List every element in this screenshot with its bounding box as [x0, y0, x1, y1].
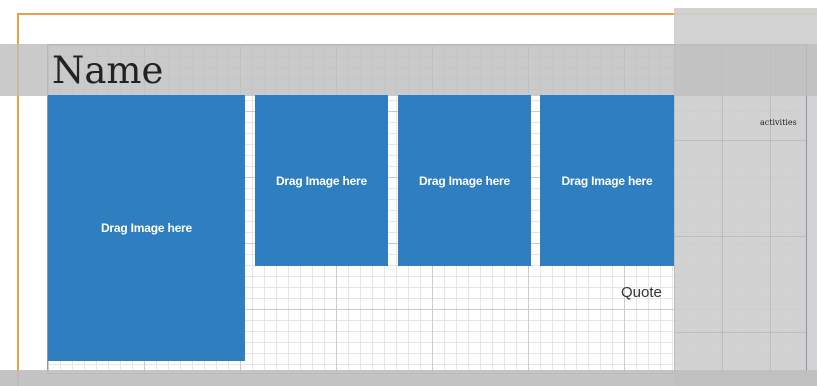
- placeholder-label: Drag Image here: [275, 173, 368, 188]
- placeholder-label: Drag Image here: [100, 221, 193, 235]
- image-placeholder-3[interactable]: Drag Image here: [540, 95, 674, 266]
- bottom-band-overlay: [0, 370, 817, 386]
- image-placeholder-large[interactable]: Drag Image here: [48, 95, 245, 361]
- image-placeholder-2[interactable]: Drag Image here: [398, 95, 531, 266]
- activities-label: activities: [760, 118, 797, 127]
- placeholder-label: Drag Image here: [561, 173, 653, 188]
- name-title[interactable]: Name: [52, 50, 163, 92]
- quote-text[interactable]: Quote: [621, 284, 662, 301]
- placeholder-label: Drag Image here: [418, 173, 511, 188]
- image-placeholder-1[interactable]: Drag Image here: [255, 95, 388, 266]
